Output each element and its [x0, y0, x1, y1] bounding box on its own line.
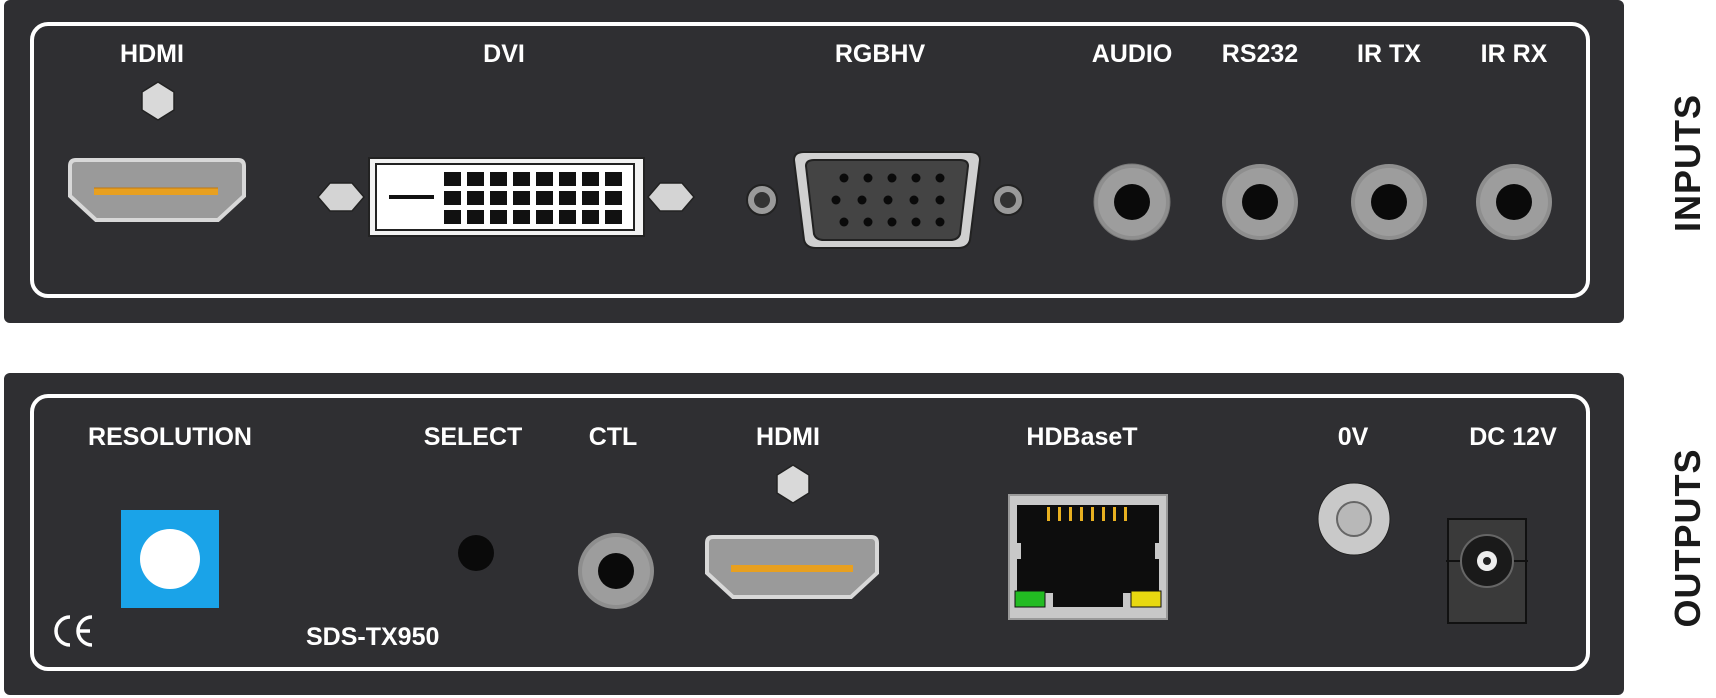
inputs-panel: HDMI DVI RGBHV AUDIO RS232 IR TX IR RX: [4, 0, 1624, 323]
rj45-pin: [1124, 507, 1127, 521]
dvi-pin: [582, 172, 599, 186]
dvi-pin: [559, 191, 576, 205]
dvi-pin: [513, 210, 530, 224]
hdmi-input-port-icon: [68, 81, 246, 222]
rj45-pin: [1080, 507, 1083, 521]
rj45-pin: [1102, 507, 1105, 521]
dvi-pin: [513, 172, 530, 186]
input-dvi-label: DVI: [483, 40, 525, 68]
vga-pin: [911, 217, 921, 227]
rs232-jack-icon: [1222, 164, 1298, 240]
dvi-pin: [536, 191, 553, 205]
input-rs232-label: RS232: [1221, 40, 1299, 68]
hdmi-output-port-icon: [705, 464, 879, 599]
output-hdbaset-label: HDBaseT: [1026, 423, 1138, 451]
vga-pin: [909, 195, 919, 205]
rj45-pin: [1069, 507, 1072, 521]
dvi-pin: [490, 191, 507, 205]
input-hdmi-label: HDMI: [120, 40, 184, 68]
dvi-pin: [467, 172, 484, 186]
output-dc12v-label: DC 12V: [1469, 423, 1557, 451]
output-resolution-label: RESOLUTION: [88, 423, 252, 451]
vga-pin: [839, 173, 849, 183]
ground-terminal-icon: [1317, 482, 1391, 556]
output-ctl-label: CTL: [588, 423, 638, 451]
outputs-panel: RESOLUTION SELECT CTL HDMI HDBaseT 0V DC…: [4, 373, 1624, 695]
inputs-side-label: INPUTS: [1667, 93, 1708, 233]
dvi-pin: [582, 191, 599, 205]
dvi-pin: [444, 210, 461, 224]
dvi-pin: [605, 191, 622, 205]
hdbaset-rj45-port-icon: [1008, 494, 1168, 620]
dvi-pin: [582, 210, 599, 224]
vga-pin: [857, 195, 867, 205]
model-number: SDS-TX950: [306, 623, 440, 651]
dvi-pin: [444, 191, 461, 205]
vga-pin: [863, 173, 873, 183]
rj45-pin: [1091, 507, 1094, 521]
dvi-pin: [536, 210, 553, 224]
vga-pin: [887, 173, 897, 183]
dvi-pin: [467, 191, 484, 205]
output-hdmi-label: HDMI: [756, 423, 820, 451]
irrx-jack-icon: [1476, 164, 1552, 240]
ctl-jack-icon: [578, 533, 654, 609]
input-irtx-label: IR TX: [1357, 40, 1421, 68]
output-select-label: SELECT: [423, 423, 523, 451]
ce-mark-icon: [54, 615, 93, 647]
dvi-pin: [513, 191, 530, 205]
dc-power-jack-icon: [1446, 518, 1528, 624]
vga-pin: [911, 173, 921, 183]
dvi-pin: [490, 172, 507, 186]
outputs-side-label: OUTPUTS: [1667, 448, 1708, 628]
input-rgbhv-label: RGBHV: [834, 40, 926, 68]
vga-pin: [887, 217, 897, 227]
output-0v-label: 0V: [1337, 423, 1369, 451]
irtx-jack-icon: [1351, 164, 1427, 240]
audio-jack-icon: [1093, 163, 1171, 241]
rj45-pin: [1113, 507, 1116, 521]
resolution-button-knob: [140, 529, 200, 589]
dvi-input-port-icon: [317, 157, 695, 237]
dvi-pin: [536, 172, 553, 186]
dvi-pin: [559, 172, 576, 186]
dvi-pin: [605, 172, 622, 186]
dvi-pin: [467, 210, 484, 224]
resolution-button[interactable]: [121, 510, 219, 608]
rgbhv-input-port-icon: [746, 151, 1024, 249]
dvi-pin: [559, 210, 576, 224]
vga-pin: [863, 217, 873, 227]
rj45-pin: [1047, 507, 1050, 521]
vga-pin: [839, 217, 849, 227]
input-irrx-label: IR RX: [1480, 40, 1548, 68]
input-audio-label: AUDIO: [1091, 40, 1173, 68]
vga-pin: [831, 195, 841, 205]
dvi-pin: [605, 210, 622, 224]
vga-pin: [935, 217, 945, 227]
vga-pin: [935, 195, 945, 205]
dvi-pin: [444, 172, 461, 186]
vga-pin: [935, 173, 945, 183]
select-pinhole-icon[interactable]: [456, 533, 496, 573]
dvi-pin: [490, 210, 507, 224]
rj45-pin: [1058, 507, 1061, 521]
vga-pin: [883, 195, 893, 205]
